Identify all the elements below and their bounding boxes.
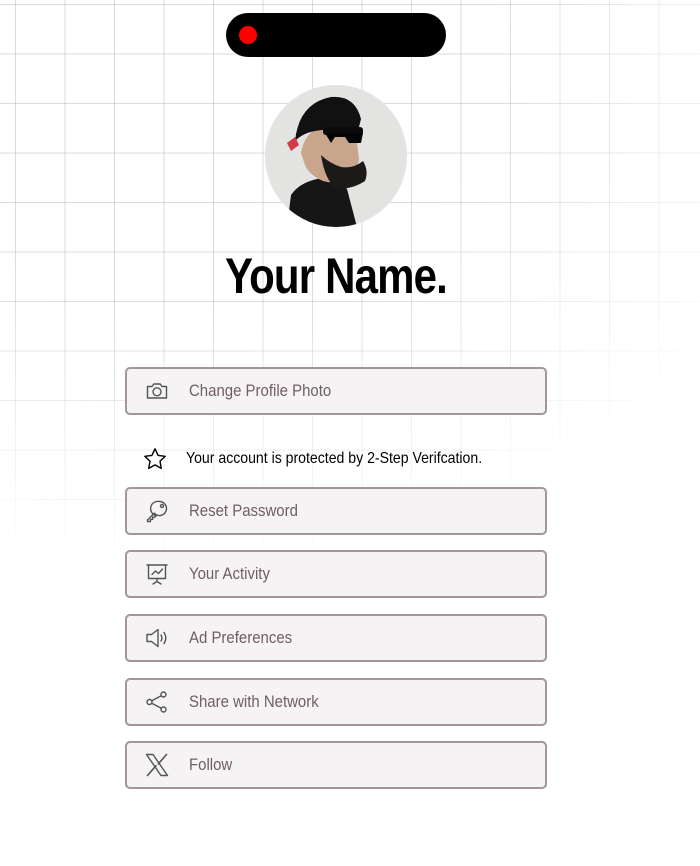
change-profile-photo-button[interactable]: Change Profile Photo: [125, 367, 547, 415]
camera-icon: [145, 379, 169, 403]
share-with-network-button[interactable]: Share with Network: [125, 678, 547, 726]
ad-preferences-label: Ad Preferences: [189, 628, 293, 647]
security-notice-text: Your account is protected by 2-Step Veri…: [186, 450, 483, 467]
follow-label: Follow: [189, 755, 233, 774]
reset-password-label: Reset Password: [189, 501, 298, 520]
profile-name: Your Name.: [225, 248, 448, 304]
follow-button[interactable]: Follow: [125, 741, 547, 789]
your-activity-button[interactable]: Your Activity: [125, 550, 547, 598]
share-with-network-label: Share with Network: [189, 692, 319, 711]
share-icon: [145, 690, 169, 714]
x-logo-icon: [145, 753, 169, 777]
avatar[interactable]: [265, 85, 407, 227]
ad-preferences-button[interactable]: Ad Preferences: [125, 614, 547, 662]
security-notice: Your account is protected by 2-Step Veri…: [143, 446, 563, 472]
activity-chart-icon: [145, 562, 169, 586]
change-profile-photo-label: Change Profile Photo: [189, 381, 332, 400]
reset-password-button[interactable]: Reset Password: [125, 487, 547, 535]
star-icon: [143, 447, 167, 471]
recording-indicator: [239, 26, 257, 44]
speaker-icon: [145, 626, 169, 650]
status-pill: [226, 13, 446, 57]
key-icon: [145, 499, 169, 523]
your-activity-label: Your Activity: [189, 564, 270, 583]
